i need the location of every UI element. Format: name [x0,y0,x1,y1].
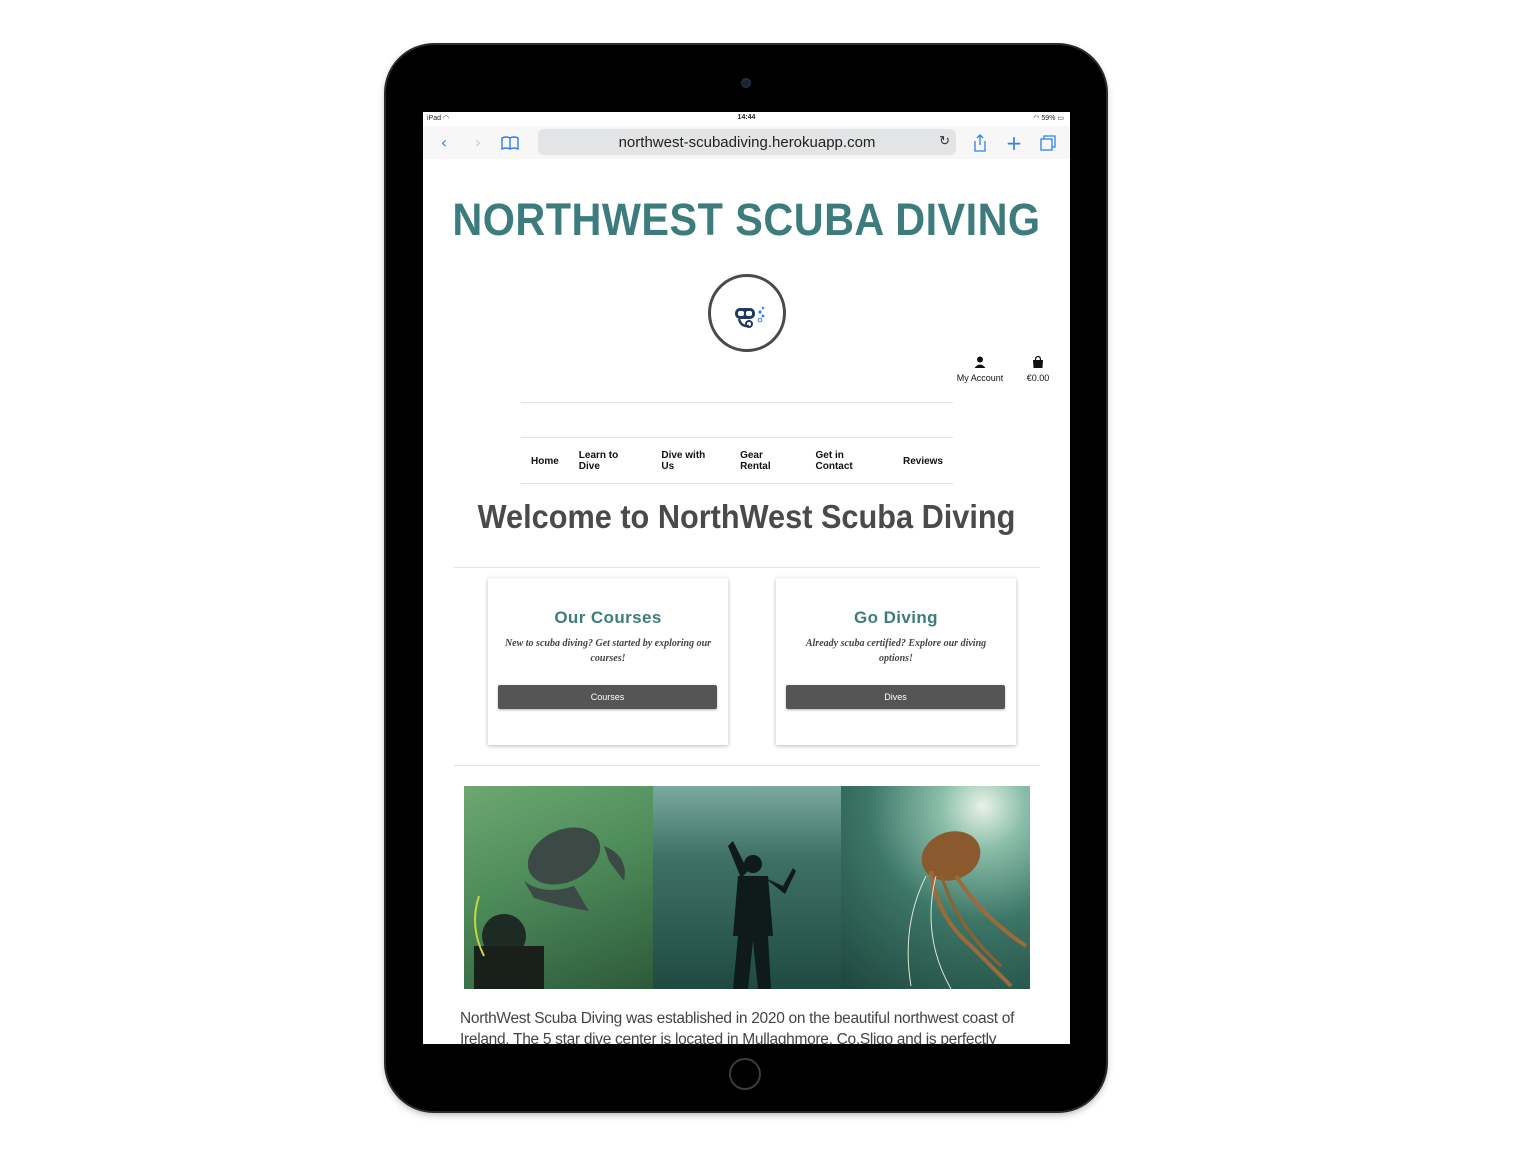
diving-card-title: Go Diving [854,608,938,627]
shopping-bag-icon [1008,355,1068,371]
courses-card: Our Courses New to scuba diving? Get sta… [488,578,728,745]
address-bar[interactable]: northwest-scubadiving.herokuapp.com ↻ [538,129,956,155]
about-paragraph: NorthWest Scuba Diving was established i… [460,1010,1015,1044]
welcome-heading: Welcome to NorthWest Scuba Diving [477,498,1016,535]
share-icon[interactable] [971,126,989,159]
cart-link[interactable]: €0.00 [1008,355,1068,383]
nav-get-in-contact[interactable]: Get in Contact [806,450,893,472]
courses-card-title: Our Courses [554,608,662,627]
my-account-link[interactable]: My Account [950,356,1010,383]
forward-icon[interactable]: › [469,126,487,159]
user-icon [950,356,1010,371]
ipad-screen: iPad ◠ 14:44 ◠ 59% ▭ ‹ › northwest-scuba… [423,112,1070,1044]
site-title[interactable]: NORTHWEST SCUBA DIVING [449,194,1044,246]
diving-card-text: Already scuba certified? Explore our div… [805,638,987,664]
welcome-divider [454,567,1040,568]
diving-card: Go Diving Already scuba certified? Explo… [776,578,1016,745]
header-divider [521,402,953,403]
status-right: ◠ 59% ▭ [1033,114,1064,122]
url-text: northwest-scubadiving.herokuapp.com [618,133,876,151]
nav-dive-with-us[interactable]: Dive with Us [651,450,730,472]
nav-learn-to-dive[interactable]: Learn to Dive [569,450,652,472]
browser-toolbar: ‹ › northwest-scubadiving.herokuapp.com … [423,126,1070,159]
cart-total: €0.00 [1026,373,1050,383]
nav-top-divider [521,437,953,438]
dive-mask-icon [735,306,765,328]
dives-button[interactable]: Dives [786,685,1005,709]
status-time: 14:44 [737,114,756,121]
nav-gear-rental[interactable]: Gear Rental [730,450,805,472]
tabs-icon[interactable] [1038,126,1058,159]
courses-card-text: New to scuba diving? Get started by expl… [504,638,712,664]
courses-button[interactable]: Courses [498,685,717,709]
photo-gallery [464,786,1031,989]
wifi-status-icon: ◠ [1033,115,1040,122]
nav-home[interactable]: Home [521,456,569,467]
new-tab-icon[interactable]: + [1005,126,1023,159]
dolphin-photo [464,786,653,989]
nav-bottom-divider [521,483,953,484]
logo[interactable] [708,274,786,352]
diver-photo [652,786,842,989]
battery-icon: ▭ [1057,115,1064,122]
front-camera [741,78,751,88]
main-nav: Home Learn to Dive Dive with Us Gear Ren… [521,450,953,472]
my-account-label: My Account [956,373,1004,383]
cards-divider [454,765,1040,766]
status-bar: iPad ◠ 14:44 ◠ 59% ▭ [423,112,1070,126]
bookmarks-icon[interactable] [499,126,521,159]
back-icon[interactable]: ‹ [435,126,453,159]
battery-percent: 59% [1041,115,1056,122]
nav-reviews[interactable]: Reviews [893,456,953,467]
jellyfish-photo [841,786,1031,989]
home-button[interactable] [729,1058,761,1090]
reload-icon[interactable]: ↻ [939,133,950,149]
